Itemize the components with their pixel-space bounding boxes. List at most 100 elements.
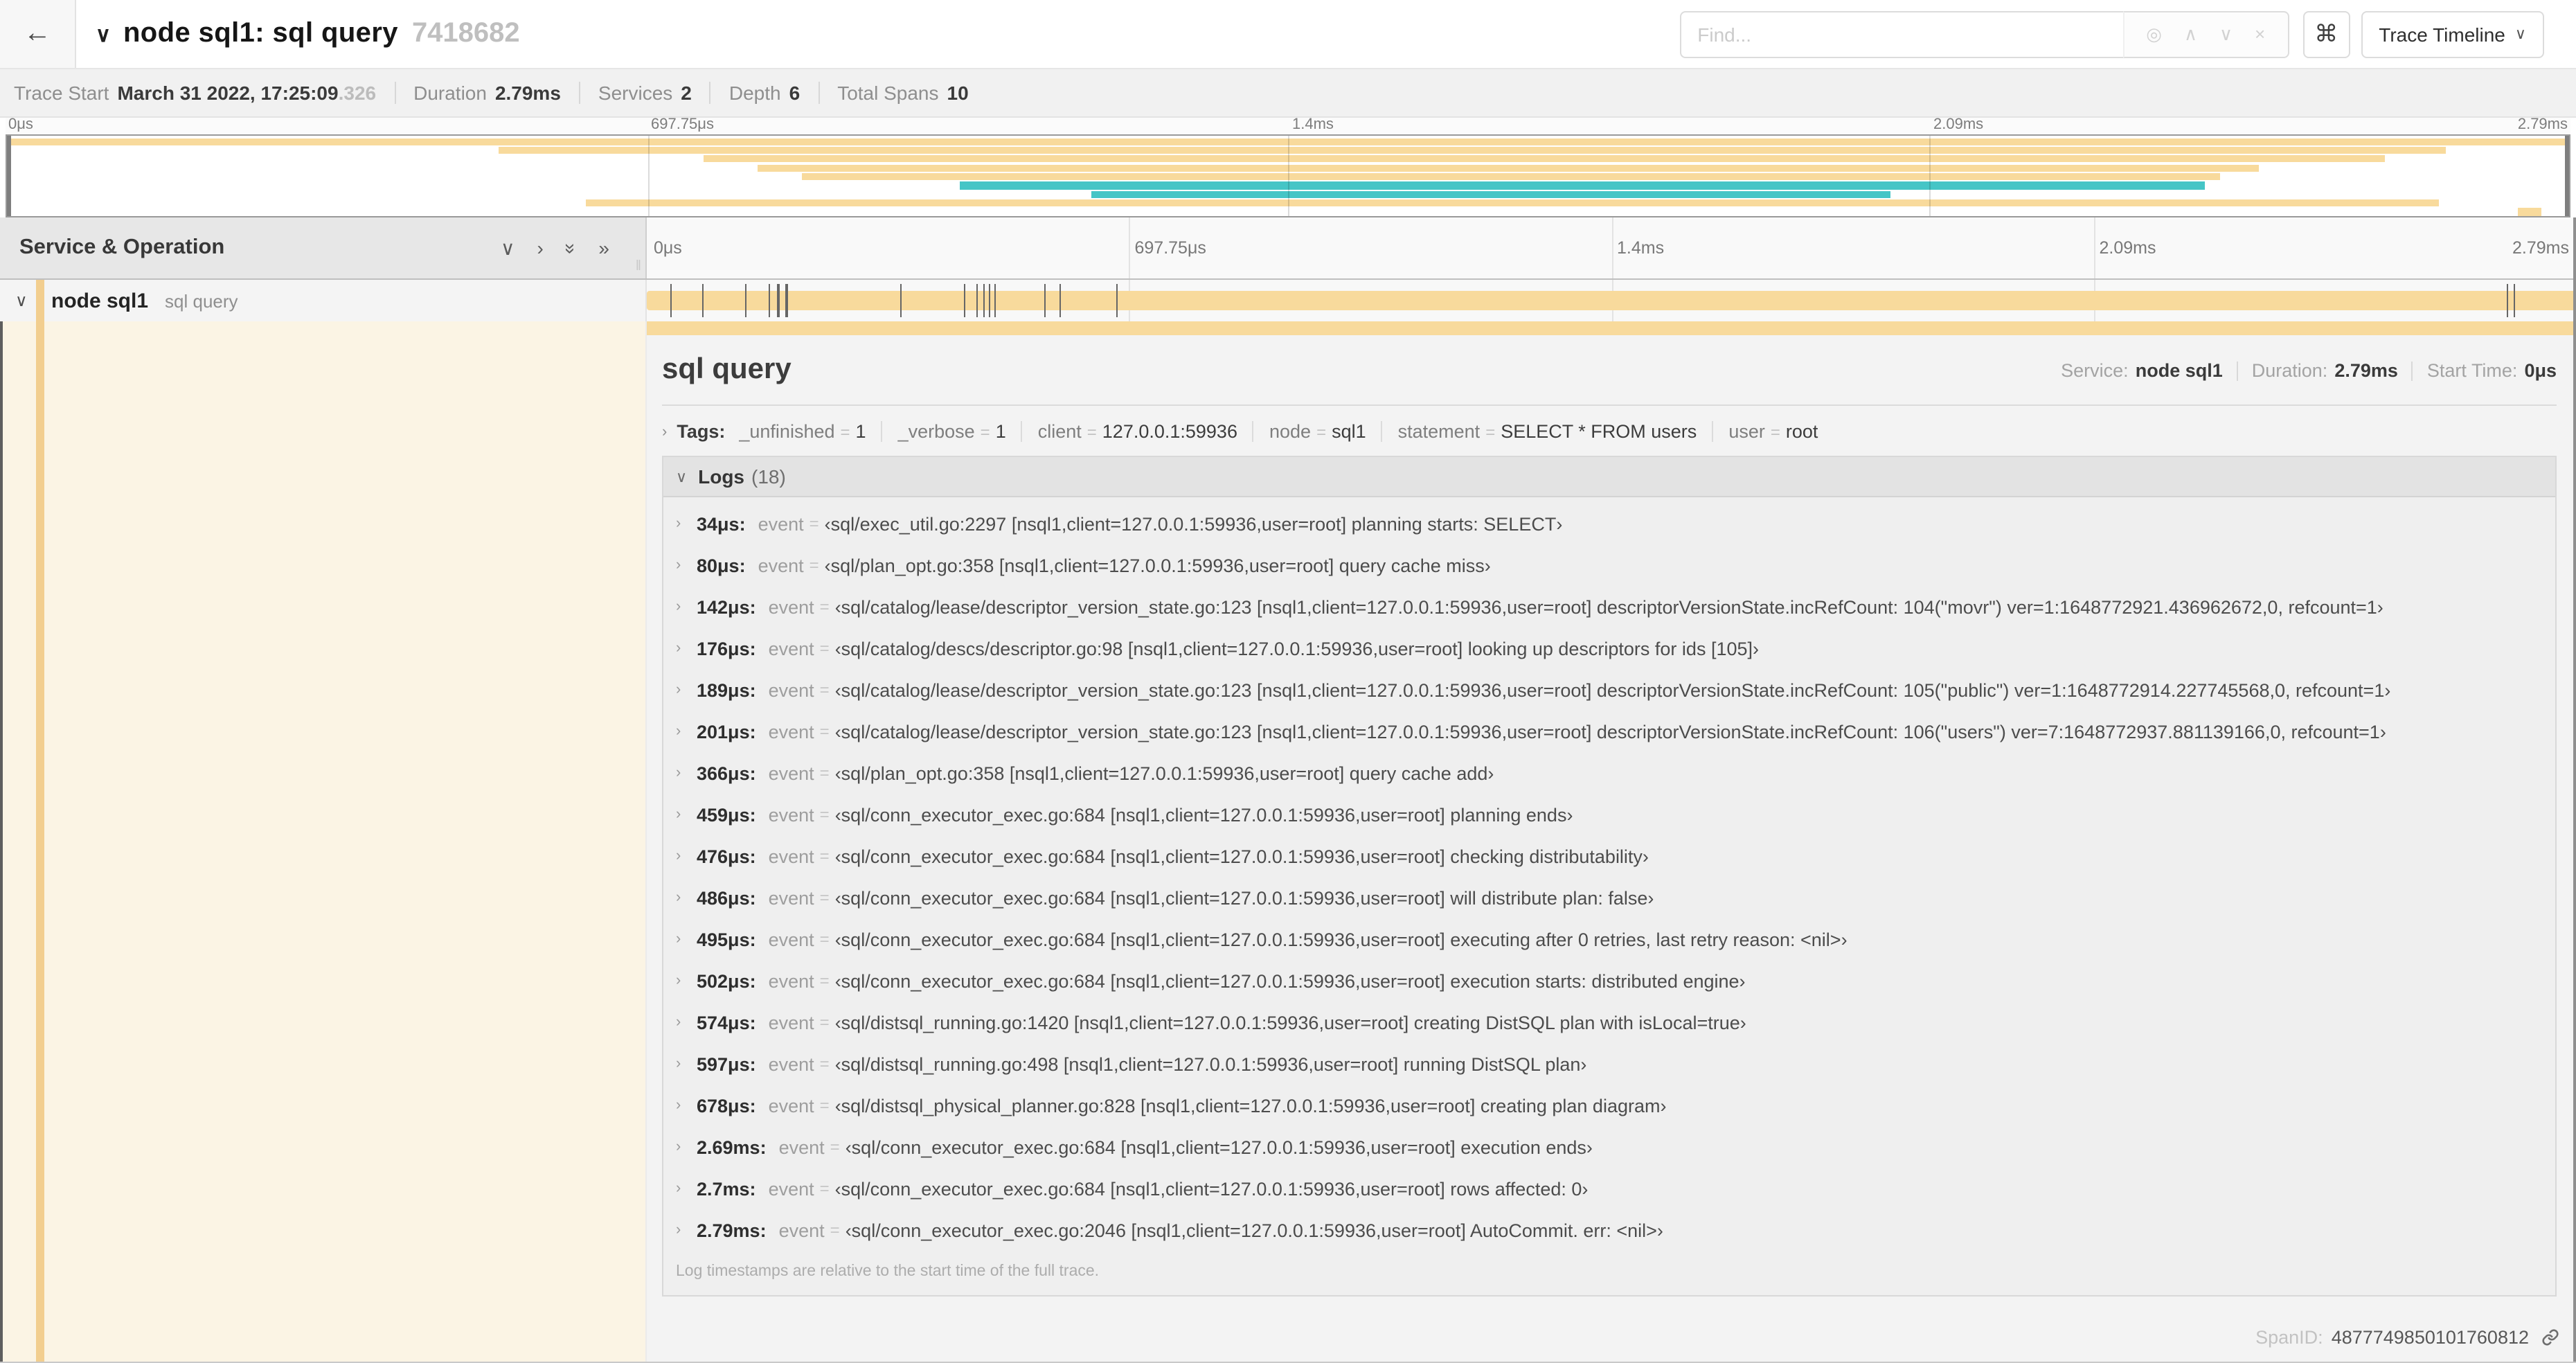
log-row[interactable]: › 142μs: event = ‹sql/catalog/lease/descript… [663, 586, 2555, 627]
log-timestamp: 486μs: [697, 887, 756, 908]
tags-row[interactable]: › Tags: _unfinished = 1 _verbose = 1 client = 12… [647, 406, 2576, 456]
log-timestamp: 2.7ms: [697, 1178, 756, 1199]
title-collapse-icon[interactable]: ∨ [96, 21, 111, 46]
log-field-name: event [768, 721, 814, 742]
tag-value: 1 [995, 421, 1006, 442]
minimap-canvas[interactable] [6, 134, 2570, 217]
log-row[interactable]: › 2.79ms: event = ‹sql/conn_executor_exec.go… [663, 1209, 2555, 1251]
summary-value: node sql1 [2135, 360, 2223, 381]
chevron-right-icon: › [676, 806, 681, 823]
log-row[interactable]: › 2.69ms: event = ‹sql/conn_executor_exec.go… [663, 1126, 2555, 1168]
tag-separator [881, 421, 883, 442]
log-message: ‹sql/distsql_running.go:1420 [nsql1,clie… [834, 1012, 1746, 1033]
logs-header[interactable]: ∨ Logs (18) [663, 457, 2555, 497]
log-field-name: event [758, 555, 804, 576]
stat-value: 10 [947, 82, 969, 104]
log-marker-tick [1116, 284, 1118, 317]
expand-one-icon[interactable]: › [537, 236, 543, 260]
log-row[interactable]: › 476μs: event = ‹sql/conn_executor_exec.go:… [663, 835, 2555, 877]
tag-item: _verbose = 1 [898, 421, 1006, 442]
expand-all-icon[interactable]: » [598, 236, 609, 260]
log-row[interactable]: › 366μs: event = ‹sql/plan_opt.go:358 [nsql1… [663, 752, 2555, 794]
minimap-span-bar [960, 181, 2206, 190]
log-timestamp: 476μs: [697, 846, 756, 866]
chevron-down-icon: ∨ [676, 469, 688, 485]
log-row[interactable]: › 486μs: event = ‹sql/conn_executor_exec.go:… [663, 877, 2555, 918]
log-row[interactable]: › 176μs: event = ‹sql/catalog/descs/descript… [663, 627, 2555, 669]
trace-timeline-page: ← ∨ node sql1: sql query 7418682 ◎∧∨× ⌘ … [0, 0, 2576, 1363]
summary-label: Service: [2061, 360, 2129, 381]
equals-sign: = [830, 1220, 840, 1240]
service-operation-header: Service & Operation ∨ › » » ‖ [0, 217, 647, 278]
log-field-name: event [768, 1095, 814, 1116]
view-selector-button[interactable]: Trace Timeline ∨ [2361, 10, 2544, 57]
equals-sign: = [809, 514, 819, 533]
log-timestamp: 597μs: [697, 1053, 756, 1074]
log-timestamp: 459μs: [697, 804, 756, 825]
log-row[interactable]: › 80μs: event = ‹sql/plan_opt.go:358 [nsql1,… [663, 544, 2555, 586]
stat-separator [394, 82, 396, 104]
minimap-left-scrubber[interactable] [7, 136, 11, 216]
log-row[interactable]: › 2.7ms: event = ‹sql/conn_executor_exec.go:… [663, 1168, 2555, 1209]
span-row[interactable]: ∨ node sql1 sql query [0, 280, 2576, 321]
find-input[interactable] [1679, 10, 2123, 57]
minimap-right-scrubber[interactable] [2565, 136, 2569, 216]
chevron-right-icon: › [676, 557, 681, 573]
collapse-all-icon[interactable]: » [560, 242, 583, 253]
log-message: ‹sql/conn_executor_exec.go:684 [nsql1,cl… [834, 929, 1848, 950]
minimap-span-bar [2518, 208, 2541, 216]
span-row-timeline[interactable] [647, 280, 2576, 321]
minimap-tick-label: 2.09ms [1933, 116, 1984, 133]
summary-separator [2236, 361, 2238, 380]
log-field-name: event [768, 1053, 814, 1074]
log-message: ‹sql/catalog/lease/descriptor_version_st… [834, 596, 2383, 617]
log-row[interactable]: › 597μs: event = ‹sql/distsql_running.go:498… [663, 1043, 2555, 1085]
chevron-right-icon: › [676, 1222, 681, 1238]
log-row[interactable]: › 502μs: event = ‹sql/conn_executor_exec.go:… [663, 960, 2555, 1001]
log-row[interactable]: › 574μs: event = ‹sql/distsql_running.go:142… [663, 1001, 2555, 1043]
span-bar[interactable] [647, 291, 2576, 310]
chevron-right-icon: › [676, 931, 681, 947]
log-timestamp: 366μs: [697, 763, 756, 783]
selected-span-bar[interactable] [647, 321, 2576, 335]
span-collapse-icon[interactable]: ∨ [15, 291, 29, 310]
locate-icon[interactable]: ◎ [2146, 23, 2162, 45]
keyboard-shortcuts-button[interactable]: ⌘ [2302, 10, 2350, 57]
equals-sign: = [1485, 422, 1496, 442]
log-row[interactable]: › 678μs: event = ‹sql/distsql_physical_plann… [663, 1085, 2555, 1126]
collapse-one-icon[interactable]: ∨ [501, 236, 515, 260]
prev-result-icon[interactable]: ∧ [2184, 23, 2197, 45]
stat-item: Services 2 [598, 82, 692, 104]
back-button[interactable]: ← [0, 0, 76, 68]
chevron-right-icon: › [676, 889, 681, 906]
log-message: ‹sql/conn_executor_exec.go:684 [nsql1,cl… [834, 887, 1654, 908]
log-marker-tick [785, 284, 788, 317]
next-result-icon[interactable]: ∨ [2219, 23, 2233, 45]
link-icon[interactable] [2541, 1328, 2559, 1346]
stat-value: 6 [789, 82, 800, 104]
chevron-right-icon: › [676, 1055, 681, 1072]
log-row[interactable]: › 201μs: event = ‹sql/catalog/lease/descript… [663, 711, 2555, 752]
log-marker-tick [976, 284, 978, 317]
tags-label: Tags: [677, 421, 726, 442]
equals-sign: = [819, 597, 830, 616]
log-message: ‹sql/catalog/lease/descriptor_version_st… [834, 679, 2391, 700]
chevron-down-icon: ∨ [2514, 26, 2526, 43]
logs-section: ∨ Logs (18) › 34μs: event = ‹sql/exec_util.g… [662, 456, 2557, 1297]
minimap-tick-label: 697.75μs [651, 116, 714, 133]
log-row[interactable]: › 495μs: event = ‹sql/conn_executor_exec.go:… [663, 918, 2555, 960]
find-group: ◎ ∧ ∨ × [1679, 10, 2289, 57]
logs-label: Logs [698, 465, 745, 488]
log-marker-tick [2514, 284, 2516, 317]
log-marker-tick [768, 284, 771, 317]
log-row[interactable]: › 34μs: event = ‹sql/exec_util.go:2297 [nsql… [663, 503, 2555, 544]
chevron-right-icon: › [676, 1097, 681, 1114]
log-row[interactable]: › 459μs: event = ‹sql/conn_executor_exec.go:… [663, 794, 2555, 835]
equals-sign: = [830, 1137, 840, 1157]
log-marker-tick [701, 284, 704, 317]
column-resizer-grip[interactable]: ‖ [636, 259, 641, 274]
clear-search-icon[interactable]: × [2255, 24, 2265, 44]
log-row[interactable]: › 189μs: event = ‹sql/catalog/lease/descript… [663, 669, 2555, 711]
back-arrow-icon: ← [24, 18, 51, 48]
log-message: ‹sql/catalog/lease/descriptor_version_st… [834, 721, 2386, 742]
